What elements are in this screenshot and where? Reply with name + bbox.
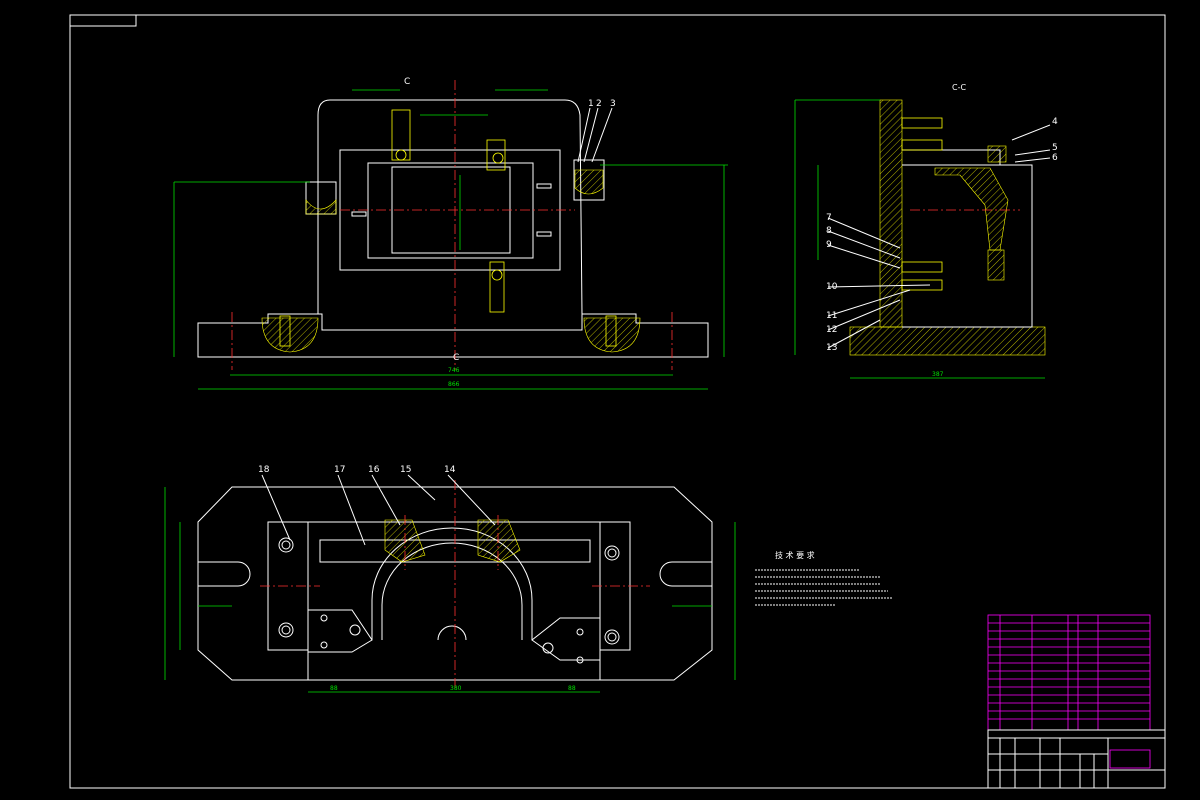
title-block [987,729,1166,789]
balloon-2: 2 [596,99,602,109]
drawing-sheet: C C 746 866 1 2 3 C-C 387 4 5 6 7 8 9 10… [69,14,1166,789]
dim-88-right: 88 [568,685,576,692]
balloon-14: 14 [444,465,456,475]
balloon-3: 3 [610,99,616,109]
corner-box [69,14,137,27]
dim-88-left: 88 [330,685,338,692]
balloon-13: 13 [826,343,837,353]
balloon-6: 6 [1052,153,1058,163]
balloon-12: 12 [826,325,837,335]
technical-notes [755,569,892,606]
balloon-5: 5 [1052,143,1058,153]
balloon-8: 8 [826,226,832,236]
parts-list [987,614,1151,731]
side-view [794,99,1051,379]
balloon-16: 16 [368,465,380,475]
balloon-4: 4 [1052,117,1058,127]
section-label: C-C [952,83,966,92]
dim-866: 866 [448,381,460,388]
sheet-border [69,14,1166,789]
balloon-10: 10 [826,282,838,292]
section-mark-bottom: C [453,353,459,363]
balloon-11: 11 [826,311,837,321]
front-view [173,80,728,390]
section-mark-top: C [404,77,410,87]
notes-title: 技 术 要 求 [775,550,815,560]
dim-746: 746 [448,367,460,374]
balloon-17: 17 [334,465,345,475]
balloon-1: 1 [588,99,594,109]
balloon-9: 9 [826,240,832,250]
balloon-7: 7 [826,213,832,223]
dim-387: 387 [932,371,944,378]
dim-380: 380 [450,685,462,692]
plan-view [164,474,736,693]
balloon-18: 18 [258,465,270,475]
balloon-15: 15 [400,465,411,475]
